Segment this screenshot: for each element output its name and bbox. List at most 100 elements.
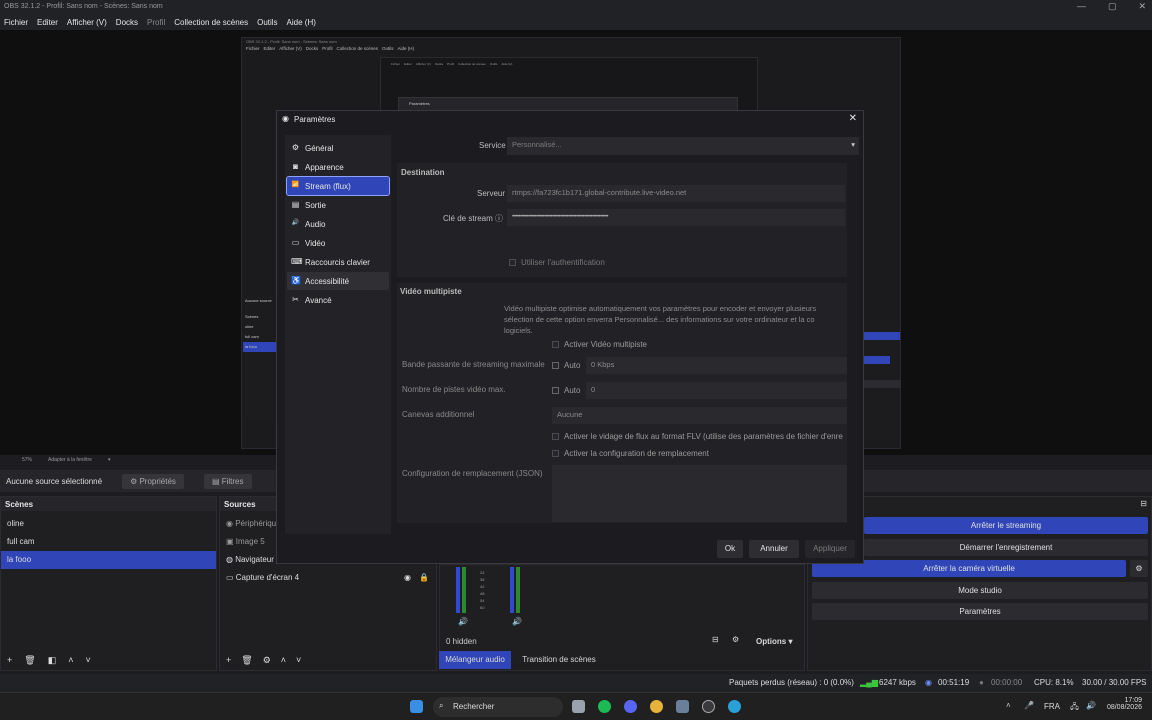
taskbar-search[interactable]: ⌕ Rechercher xyxy=(433,697,563,717)
menu-collection[interactable]: Collection de scènes xyxy=(174,18,248,27)
chevron-up-icon[interactable]: ˄ xyxy=(281,655,286,666)
fit-to-window[interactable]: Adapter à la fenêtre xyxy=(48,457,92,463)
menu-docks[interactable]: Docks xyxy=(116,18,138,27)
use-auth-checkbox[interactable] xyxy=(509,259,516,266)
canvas-select[interactable]: Aucune xyxy=(552,407,847,424)
cancel-button[interactable]: Annuler xyxy=(749,540,799,558)
nav-general[interactable]: ⚙ Général xyxy=(287,139,389,157)
ok-button[interactable]: Ok xyxy=(717,540,743,558)
trash-icon[interactable]: 🗑 xyxy=(241,655,252,666)
override-json-textarea[interactable] xyxy=(552,465,847,522)
virtual-cam-settings-gear-icon[interactable]: ⚙ xyxy=(1130,560,1148,577)
dock-menu-icon[interactable]: ⊟ xyxy=(1140,499,1147,508)
help-icon[interactable]: ⓘ xyxy=(495,214,503,223)
spotify-icon[interactable] xyxy=(598,700,611,713)
tab-transitions[interactable]: Transition de scènes xyxy=(516,651,602,669)
clock-date: 08/08/2026 xyxy=(1106,704,1142,711)
override-config-checkbox[interactable] xyxy=(552,450,559,457)
chrome-icon[interactable] xyxy=(650,700,663,713)
gear-icon[interactable]: ⚙ xyxy=(732,635,739,644)
status-bar: Paquets perdus (réseau) : 0 (0.0%) ▂▄▆ 6… xyxy=(0,674,1152,692)
trash-icon[interactable]: 🗑 xyxy=(24,655,35,666)
volume-icon[interactable]: 🔊 xyxy=(1086,701,1096,710)
server-input[interactable]: rtmps://fa723fc1b171.global-contribute.l… xyxy=(507,185,845,202)
nav-accessibility[interactable]: ♿ Accessibilité xyxy=(287,272,389,290)
menu-outils[interactable]: Outils xyxy=(257,18,277,27)
mixer-layout-icon[interactable]: ⊟ xyxy=(712,635,719,644)
obs-icon[interactable] xyxy=(702,700,715,713)
settings-button[interactable]: Paramètres xyxy=(812,603,1148,620)
max-bandwidth-input[interactable]: 0 Kbps xyxy=(586,357,847,374)
settings-nav: ⚙ Général ◙ Apparence 📶 Stream (flux) ▤ Sort… xyxy=(285,135,391,534)
nav-hotkeys[interactable]: ⌨ Raccourcis clavier xyxy=(287,253,389,271)
add-icon[interactable]: + xyxy=(7,655,12,666)
menu-aide[interactable]: Aide (H) xyxy=(287,18,316,27)
nav-video[interactable]: ▭ Vidéo xyxy=(287,234,389,252)
speaker-icon[interactable]: 🔊 xyxy=(512,617,522,626)
canvas-label: Canevas additionnel xyxy=(402,410,475,419)
maximize-icon[interactable]: ▢ xyxy=(1108,1,1117,12)
lock-icon[interactable]: 🔒 xyxy=(419,573,429,582)
file-explorer-icon[interactable] xyxy=(572,700,585,713)
start-recording-button[interactable]: Démarrer l'enregistrement xyxy=(864,539,1148,556)
nested-scene: oline xyxy=(245,324,254,329)
use-auth-label: Utiliser l'authentification xyxy=(521,258,605,267)
clock[interactable]: 17:09 08/08/2026 xyxy=(1102,697,1142,711)
network-icon[interactable]: 🖧 xyxy=(1070,701,1079,715)
microphone-icon[interactable]: 🎤 xyxy=(1024,701,1034,710)
chevron-down-icon[interactable]: ˅ xyxy=(85,655,90,666)
filters-button[interactable]: ▤ Filtres xyxy=(203,473,252,489)
nav-advanced[interactable]: ✂ Avancé xyxy=(287,291,389,309)
apply-button[interactable]: Appliquer xyxy=(805,540,855,558)
studio-mode-button[interactable]: Mode studio xyxy=(812,582,1148,599)
chevron-up-icon[interactable]: ˄ xyxy=(1006,701,1011,710)
eye-icon[interactable]: ◉ xyxy=(404,573,411,582)
stream-key-label: Clé de stream ⓘ xyxy=(443,214,504,223)
signal-icon: ▂▄▆ xyxy=(860,678,878,687)
add-icon[interactable]: + xyxy=(226,655,231,666)
gear-icon[interactable]: ⚙ xyxy=(263,655,271,666)
scene-item[interactable]: full cam xyxy=(1,533,216,551)
chevron-down-icon[interactable]: ˅ xyxy=(296,655,301,666)
service-select[interactable]: Personnalisé... ▾ xyxy=(507,137,859,155)
minimize-icon[interactable]: — xyxy=(1077,1,1086,12)
speaker-icon[interactable]: 🔊 xyxy=(458,617,468,626)
chevron-up-icon[interactable]: ˄ xyxy=(68,655,73,666)
tab-audio-mixer[interactable]: Mélangeur audio xyxy=(439,651,511,669)
source-item[interactable]: ▭ Capture d'écran 4 ◉ 🔒 xyxy=(220,569,436,587)
scene-item-selected[interactable]: la fooo xyxy=(1,551,216,569)
menu-profil[interactable]: Profil xyxy=(147,18,165,27)
enable-multitrack-checkbox[interactable] xyxy=(552,341,559,348)
mixer-options[interactable]: Options ▾ xyxy=(756,637,792,646)
nav-output[interactable]: ▤ Sortie xyxy=(287,196,389,214)
chevron-down-icon[interactable]: ▾ xyxy=(108,457,111,463)
zoom-level[interactable]: 57% xyxy=(22,457,32,463)
discord-icon[interactable] xyxy=(624,700,637,713)
nav-audio[interactable]: 🔊 Audio xyxy=(287,215,389,233)
nested-scene: Scènes xyxy=(245,314,259,319)
scene-item[interactable]: oline xyxy=(1,515,216,533)
palette-icon: ◙ xyxy=(293,162,298,171)
bandwidth-auto-checkbox[interactable] xyxy=(552,362,559,369)
close-icon[interactable]: ✕ xyxy=(849,113,857,124)
settings-app-icon[interactable] xyxy=(676,700,689,713)
stream-key-input[interactable]: ••••••••••••••••••••••••••••••••••••••••… xyxy=(507,209,845,226)
stop-streaming-button[interactable]: Arrêter le streaming xyxy=(864,517,1148,534)
menu-fichier[interactable]: Fichier xyxy=(4,18,28,27)
menu-afficher[interactable]: Afficher (V) xyxy=(67,18,107,27)
nested-scene: la fooo xyxy=(243,342,276,352)
language-indicator[interactable]: FRA xyxy=(1044,702,1060,711)
destination-heading: Destination xyxy=(401,168,445,177)
speaker-icon: 🔊 xyxy=(291,220,300,226)
properties-button[interactable]: ⚙ Propriétés xyxy=(122,473,184,489)
close-icon[interactable]: ✕ xyxy=(1138,1,1146,12)
edge-icon[interactable] xyxy=(728,700,741,713)
menu-editer[interactable]: Editer xyxy=(37,18,58,27)
flv-dump-checkbox[interactable] xyxy=(552,433,559,440)
windows-start-icon[interactable] xyxy=(410,700,423,713)
nav-appearance[interactable]: ◙ Apparence xyxy=(287,158,389,176)
tracks-auto-checkbox[interactable] xyxy=(552,387,559,394)
nav-stream[interactable]: 📶 Stream (flux) xyxy=(286,176,390,196)
filter-icon[interactable]: ◧ xyxy=(48,655,57,666)
max-tracks-input[interactable]: 0 xyxy=(586,382,847,399)
